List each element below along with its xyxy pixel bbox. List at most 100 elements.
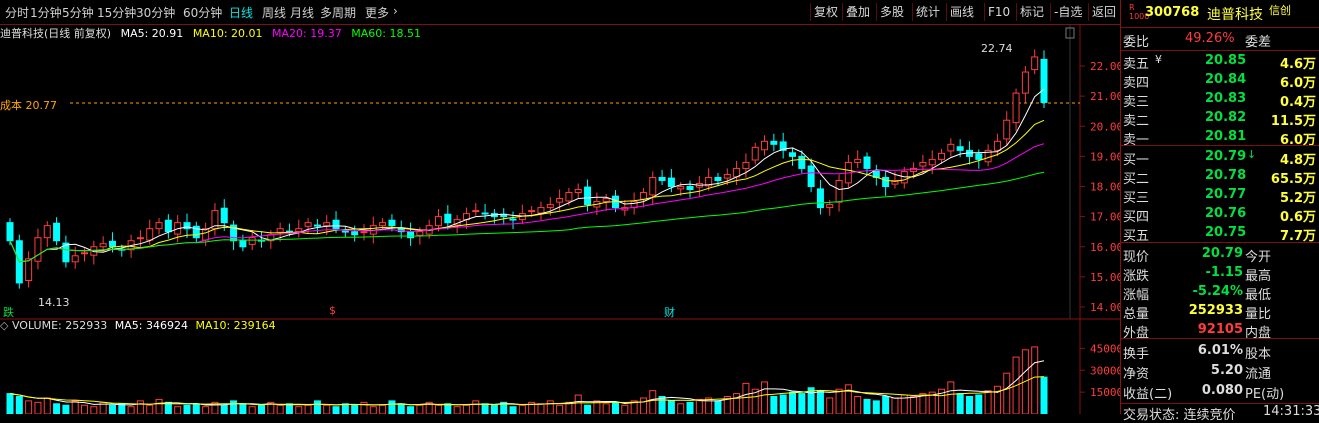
candle-body bbox=[341, 230, 349, 233]
volume-bar bbox=[285, 403, 293, 414]
bids-price: 20.75 bbox=[1205, 225, 1247, 240]
toolbar-button-3[interactable]: 统计 bbox=[912, 3, 943, 21]
candle-body bbox=[25, 258, 33, 281]
volume-bar bbox=[313, 400, 321, 414]
stock-code: 300768 bbox=[1145, 5, 1200, 20]
volume-bar bbox=[444, 403, 452, 414]
period-tab-8[interactable]: 月线 bbox=[290, 4, 314, 21]
candle-body bbox=[99, 243, 107, 248]
toolbar-button-0[interactable]: 复权 bbox=[810, 3, 841, 21]
weicha-label: 委差 bbox=[1245, 35, 1272, 50]
candle-body bbox=[658, 176, 666, 181]
volume-bar bbox=[872, 400, 880, 414]
volume-bar bbox=[556, 404, 564, 414]
volume-bar bbox=[546, 400, 554, 414]
volume-bar bbox=[295, 406, 303, 414]
volume-bar bbox=[34, 401, 42, 414]
volume-bar bbox=[25, 400, 33, 414]
candle-body bbox=[323, 222, 331, 227]
asks-price: 20.81 bbox=[1205, 129, 1247, 144]
toolbar-button-5[interactable]: F10 bbox=[984, 3, 1013, 21]
toolbar-button-7[interactable]: -自选 bbox=[1050, 3, 1085, 21]
volume-bar bbox=[435, 404, 443, 414]
volume-bar bbox=[910, 396, 918, 414]
candle-body bbox=[1021, 71, 1029, 94]
candle-body bbox=[882, 176, 890, 187]
volume-bar bbox=[984, 390, 992, 414]
volume-bar bbox=[518, 404, 526, 414]
volume-bar bbox=[826, 397, 834, 414]
candle-body bbox=[686, 186, 694, 191]
volume-bar bbox=[844, 384, 852, 414]
volume-bar bbox=[379, 404, 387, 414]
candle-body bbox=[835, 179, 843, 203]
period-tab-1[interactable]: 1分钟 bbox=[30, 4, 62, 21]
sector-tag[interactable]: 信创 bbox=[1269, 2, 1291, 18]
candle-body bbox=[472, 210, 480, 213]
candle-body bbox=[295, 228, 303, 233]
toolbar-button-4[interactable]: 画线 bbox=[946, 3, 977, 21]
toolbar-button-1[interactable]: 叠加 bbox=[842, 3, 873, 21]
stock-name[interactable]: 迪普科技 bbox=[1207, 4, 1263, 24]
stat-value: 20.79 bbox=[1201, 246, 1243, 261]
volume-bar bbox=[118, 403, 126, 414]
toolbar-button-6[interactable]: 标记 bbox=[1016, 3, 1047, 21]
candle-body bbox=[509, 218, 517, 221]
period-tab-3[interactable]: 15分钟 bbox=[97, 4, 136, 21]
volume-bar bbox=[677, 403, 685, 414]
volume-bar bbox=[323, 404, 331, 414]
bids-price: 20.79 bbox=[1205, 149, 1247, 164]
period-tab-0[interactable]: 分时 bbox=[5, 4, 29, 21]
ma5-line bbox=[9, 88, 1045, 263]
event-marker-die[interactable]: 跌 bbox=[3, 304, 14, 320]
candle-body bbox=[220, 207, 228, 224]
y-tick-label: 19.00 bbox=[1090, 150, 1120, 163]
event-marker-dollar[interactable]: $ bbox=[329, 304, 336, 317]
period-tab-5[interactable]: 60分钟 bbox=[183, 4, 222, 21]
candle-body bbox=[816, 188, 824, 209]
fund-row-1: 净资 5.20 流通 bbox=[1121, 360, 1319, 382]
period-tab-9[interactable]: 多周期 bbox=[320, 4, 356, 21]
volume-bar bbox=[490, 404, 498, 414]
fund-row-0: 换手 6.01% 股本 bbox=[1121, 340, 1319, 362]
volume-bar bbox=[574, 394, 582, 414]
volume-bar bbox=[351, 404, 359, 414]
volume-bar bbox=[192, 403, 200, 414]
high-price-label: 22.74 bbox=[981, 42, 1013, 55]
volume-collapse-icon[interactable]: ◇ bbox=[0, 319, 8, 332]
bids-row-4[interactable]: 买五 20.75 7.7万 bbox=[1121, 222, 1319, 244]
volume-bar bbox=[53, 403, 61, 414]
candle-body bbox=[1031, 56, 1039, 71]
cost-label: 成本 20.77 bbox=[0, 99, 57, 112]
volume-bar bbox=[146, 404, 154, 414]
toolbar-button-8[interactable]: 返回 bbox=[1088, 3, 1119, 21]
volume-bar bbox=[174, 406, 182, 414]
period-tab-6[interactable]: 日线 bbox=[229, 4, 253, 21]
candle-body bbox=[938, 152, 946, 160]
stat-value: 252933 bbox=[1188, 303, 1243, 318]
fund-row-2: 收益(二) 0.080 PE(动) bbox=[1121, 380, 1319, 402]
period-tab-2[interactable]: 5分钟 bbox=[62, 4, 94, 21]
volume-bar bbox=[882, 396, 890, 414]
y-tick-label: 16.00 bbox=[1090, 241, 1120, 254]
kline-chart[interactable]: 22.00 21.00 20.00 19.00 18.00 17.00 16.00 15.00… bbox=[0, 24, 1120, 414]
fund-value: 0.080 bbox=[1201, 383, 1243, 398]
volume-bar bbox=[584, 404, 592, 414]
vol-tick-label: 30000 bbox=[1090, 364, 1120, 377]
candle-body bbox=[71, 255, 79, 263]
period-tab-4[interactable]: 30分钟 bbox=[136, 4, 175, 21]
period-tab-7[interactable]: 周线 bbox=[262, 4, 286, 21]
candle-body bbox=[537, 207, 545, 214]
candle-body bbox=[304, 222, 312, 227]
low-price-label: 14.13 bbox=[38, 296, 70, 309]
volume-bar bbox=[816, 390, 824, 414]
chevron-right-icon[interactable]: › bbox=[393, 4, 398, 18]
event-marker-cai[interactable]: 财 bbox=[664, 304, 675, 320]
ma5-label: MA5: 20.91 bbox=[120, 27, 184, 40]
toolbar-button-2[interactable]: 多股 bbox=[876, 3, 907, 21]
volume-bar bbox=[43, 397, 51, 414]
candle-body bbox=[919, 161, 927, 167]
candle-body bbox=[34, 237, 42, 262]
volume-bar bbox=[602, 403, 610, 414]
period-tab-10[interactable]: 更多 bbox=[365, 4, 389, 21]
